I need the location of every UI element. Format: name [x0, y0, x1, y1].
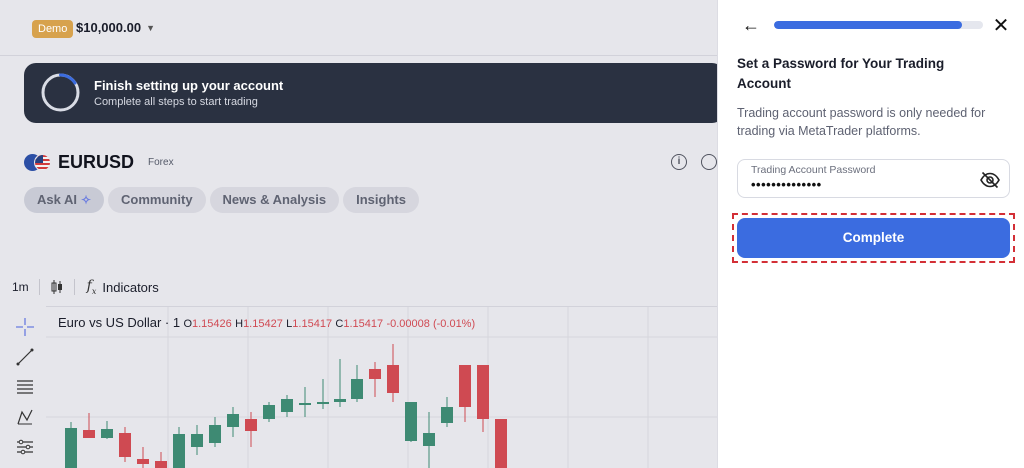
tab-community[interactable]: Community	[108, 187, 206, 213]
banner-title: Finish setting up your account	[94, 78, 284, 93]
candle-body	[334, 399, 346, 402]
crosshair-icon[interactable]	[12, 314, 38, 340]
currency-flags-icon	[24, 153, 52, 173]
account-balance-selector[interactable]: $10,000.00 ▼	[76, 19, 155, 37]
info-icon[interactable]: i	[671, 154, 687, 170]
candle-body	[495, 419, 507, 468]
banner-subtitle: Complete all steps to start trading	[94, 96, 258, 108]
candle-body	[459, 365, 471, 407]
chart-legend: Euro vs US Dollar · 1 O1.15426 H1.15427 …	[58, 315, 475, 330]
chevron-down-icon: ▼	[146, 23, 155, 33]
tab-label: News & Analysis	[222, 192, 327, 207]
candle-body	[387, 365, 399, 393]
indicators-button[interactable]: Indicators	[102, 280, 158, 295]
balance-amount: $10,000.00	[76, 20, 142, 35]
progress-fill	[774, 21, 963, 29]
eye-off-icon[interactable]	[979, 169, 1001, 191]
drawing-tools	[12, 314, 40, 464]
candle-body	[245, 419, 257, 431]
candle-body	[351, 379, 363, 399]
candlestick-type-icon[interactable]	[50, 279, 64, 295]
sparkle-icon: ✧	[80, 193, 92, 207]
candle-body	[263, 405, 275, 419]
candle-body	[173, 434, 185, 468]
top-bar: Demo $10,000.00 ▼	[0, 0, 717, 56]
open-value: 1.15426	[192, 318, 232, 330]
tab-insights[interactable]: Insights	[343, 187, 419, 213]
candle-body	[405, 402, 417, 441]
tab-label: Ask AI	[37, 192, 77, 207]
instrument-symbol: EURUSD	[58, 152, 135, 172]
candle-body	[155, 461, 167, 468]
toolbar-divider	[38, 279, 40, 295]
toolbar-divider	[73, 279, 75, 295]
demo-badge: Demo	[32, 20, 74, 38]
low-value: 1.15417	[292, 318, 333, 330]
candle-body	[191, 434, 203, 447]
pattern-tool-icon[interactable]	[12, 404, 38, 430]
candle-body	[101, 429, 113, 438]
candlestick-chart	[46, 307, 717, 468]
panel-title: Set a Password for Your Trading Account	[737, 56, 945, 91]
candle-body	[83, 430, 95, 438]
complete-button[interactable]: Complete	[737, 218, 1010, 258]
tab-label: Community	[121, 192, 193, 207]
tab-ask-ai[interactable]: Ask AI ✧	[24, 187, 105, 213]
open-key: O	[183, 318, 192, 330]
tab-label: Insights	[356, 192, 406, 207]
candle-body	[423, 433, 435, 446]
step-progress-bar	[774, 21, 983, 29]
close-button[interactable]: ✕	[990, 14, 1012, 37]
high-key: H	[235, 318, 244, 330]
candle-body	[137, 459, 149, 464]
password-input-value[interactable]: ••••••••••••••	[751, 177, 822, 192]
candle-body	[227, 414, 239, 427]
candle-body	[209, 425, 221, 443]
indicators-fx-icon[interactable]: fx	[87, 278, 97, 296]
candle-body	[317, 402, 329, 404]
close-value: 1.15417	[343, 318, 384, 330]
candle-body	[299, 403, 311, 405]
high-value: 1.15427	[243, 318, 283, 330]
instrument-tabs: Ask AI ✧ Community News & Analysis Insig…	[24, 187, 419, 213]
tab-news-analysis[interactable]: News & Analysis	[209, 187, 340, 213]
candle-body	[119, 433, 131, 457]
progress-ring-icon	[41, 73, 80, 112]
close-icon: ✕	[992, 14, 1010, 37]
chart-instrument-name: Euro vs US Dollar · 1	[58, 315, 181, 330]
candle-body	[441, 407, 453, 423]
back-button[interactable]: ←	[740, 14, 762, 36]
price-chart[interactable]: Euro vs US Dollar · 1 O1.15426 H1.15427 …	[46, 306, 717, 468]
price-change: -0.00008 (-0.01%)	[386, 318, 476, 330]
instrument-type: Forex	[148, 157, 174, 168]
trading-password-field[interactable]: Trading Account Password ••••••••••••••	[737, 159, 1010, 198]
candle-body	[477, 365, 489, 419]
candle-body	[65, 428, 77, 468]
horizontal-lines-icon[interactable]	[12, 374, 38, 400]
timeframe-selector[interactable]: 1m	[12, 280, 29, 294]
candle-body	[369, 369, 381, 379]
arrow-left-icon: ←	[742, 14, 760, 35]
candle-body	[281, 399, 293, 412]
setup-account-banner[interactable]: Finish setting up your account Complete …	[24, 63, 717, 123]
trading-app-background: Demo $10,000.00 ▼ Finish setting up your…	[0, 0, 717, 468]
panel-description: Trading account password is only needed …	[737, 106, 986, 138]
password-setup-panel: ← ✕ Set a Password for Your Trading Acco…	[717, 0, 1024, 468]
chart-toolbar: 1m fx Indicators	[0, 276, 717, 298]
trend-line-icon[interactable]	[12, 344, 38, 370]
password-field-label: Trading Account Password	[751, 164, 876, 176]
settings-sliders-icon[interactable]	[12, 434, 38, 460]
instrument-header: EURUSD Forex	[24, 152, 174, 173]
alarm-clock-icon[interactable]	[701, 154, 717, 170]
